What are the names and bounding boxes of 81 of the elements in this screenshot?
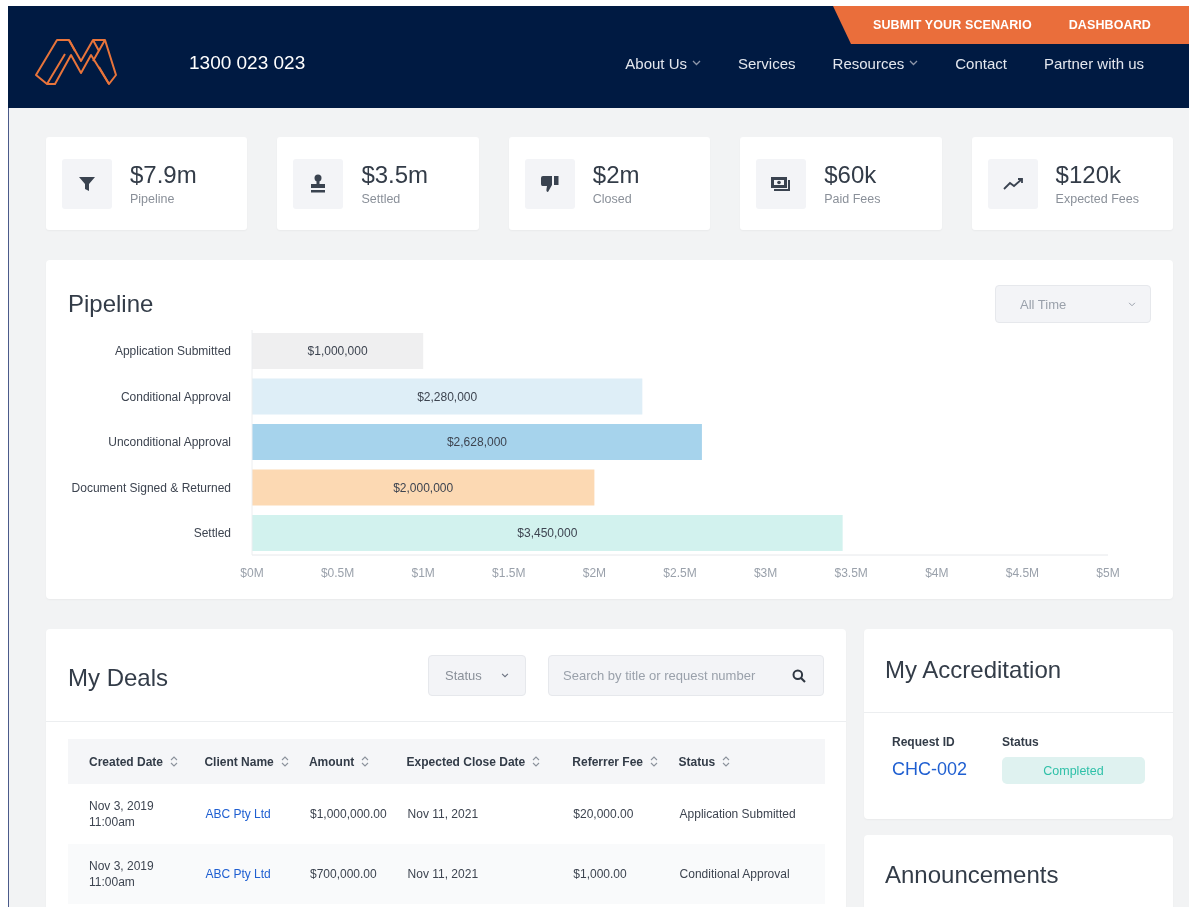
stat-label: Pipeline bbox=[130, 192, 176, 206]
trend-line-icon bbox=[1002, 176, 1023, 191]
table-cell: $1,000.00 bbox=[573, 867, 627, 881]
axis-tick-label: $2.5M bbox=[663, 566, 697, 580]
axis-tick-label: $4M bbox=[925, 566, 949, 580]
category-label: Settled bbox=[193, 526, 231, 540]
card-title: Pipeline bbox=[68, 290, 154, 318]
column-header[interactable]: Amount bbox=[308, 754, 370, 769]
chevron-icon bbox=[692, 60, 701, 66]
axis-tick-label: $0.5M bbox=[320, 566, 355, 580]
axis-tick-label: $3.5M bbox=[834, 566, 868, 580]
column-header[interactable]: Referrer Fee bbox=[572, 754, 659, 769]
card-title: My Deals bbox=[68, 664, 170, 692]
table-cell: $1,000,000.00 bbox=[309, 807, 387, 821]
nav-link[interactable]: Partner with us bbox=[1043, 54, 1144, 72]
client-link[interactable]: ABC Pty Ltd bbox=[205, 867, 271, 881]
table-cell: Nov 3, 2019 11:00am bbox=[89, 798, 154, 830]
table-cell: Nov 11, 2021 bbox=[407, 867, 479, 881]
bar-value-label: $2,628,000 bbox=[446, 435, 507, 449]
stat-label: Settled bbox=[361, 192, 402, 206]
stat-label: Closed bbox=[592, 192, 633, 206]
bar-value-label: $3,450,000 bbox=[517, 526, 578, 540]
funnel-icon bbox=[78, 174, 96, 193]
table-cell: Conditional Approval bbox=[679, 867, 790, 881]
table-cell: $700,000.00 bbox=[309, 867, 377, 881]
sort-icon[interactable] bbox=[722, 756, 731, 767]
stat-value: $7.9m bbox=[130, 161, 197, 189]
search-icon[interactable] bbox=[792, 668, 806, 683]
status-badge: Completed bbox=[1002, 757, 1145, 784]
category-label: Document Signed & Returned bbox=[71, 480, 231, 495]
column-header[interactable]: Expected Close Date bbox=[406, 754, 541, 769]
sort-icon[interactable] bbox=[280, 756, 289, 767]
stat-value: $60k bbox=[824, 161, 878, 189]
axis-tick-label: $4.5M bbox=[1005, 566, 1040, 580]
axis-tick-label: $2M bbox=[582, 566, 607, 580]
chevron-icon bbox=[909, 60, 919, 66]
logo-icon[interactable] bbox=[35, 37, 117, 85]
thumbs-down-icon bbox=[539, 174, 560, 193]
axis-tick-label: $5M bbox=[1096, 566, 1120, 580]
bar-value-label: $1,000,000 bbox=[307, 344, 368, 358]
stat-label: Expected Fees bbox=[1055, 192, 1139, 206]
stat-value: $120k bbox=[1055, 161, 1122, 189]
table-cell: Application Submitted bbox=[679, 807, 796, 821]
axis-tick-label: $0M bbox=[240, 566, 264, 580]
card-title: Announcements bbox=[884, 860, 1060, 890]
category-label: Conditional Approval bbox=[120, 389, 231, 404]
stat-value: $2m bbox=[592, 161, 640, 189]
nav-link[interactable]: Contact bbox=[955, 54, 1007, 72]
chevron-icon bbox=[1128, 301, 1136, 307]
sort-icon[interactable] bbox=[532, 756, 541, 767]
bar-value-label: $2,280,000 bbox=[417, 389, 478, 404]
stamp-icon bbox=[309, 173, 328, 194]
column-header[interactable]: Status bbox=[678, 754, 731, 769]
sort-icon[interactable] bbox=[650, 756, 659, 767]
column-header[interactable]: Created Date bbox=[89, 754, 179, 769]
card-title: My Accreditation bbox=[864, 629, 1173, 713]
stat-value: $3.5m bbox=[361, 161, 429, 189]
client-link[interactable]: ABC Pty Ltd bbox=[205, 807, 271, 821]
column-label: Request ID bbox=[892, 735, 956, 749]
nav-link[interactable]: Resources bbox=[832, 54, 919, 72]
search-field[interactable]: Search by title or request number bbox=[548, 654, 824, 696]
nav-link[interactable]: About Us bbox=[625, 54, 701, 72]
stat-label: Paid Fees bbox=[824, 192, 881, 206]
column-label: Status bbox=[1002, 735, 1040, 749]
nav-link[interactable]: Services bbox=[738, 54, 796, 72]
axis-tick-label: $1.5M bbox=[492, 566, 526, 580]
cash-icon bbox=[770, 174, 793, 193]
phone-number: 1300 023 023 bbox=[189, 52, 306, 74]
table-cell: Nov 11, 2021 bbox=[407, 807, 479, 821]
category-label: Unconditional Approval bbox=[108, 435, 231, 449]
request-id-link[interactable]: CHC-002 bbox=[892, 759, 972, 780]
column-header[interactable]: Client Name bbox=[204, 754, 289, 769]
category-label: Application Submitted bbox=[114, 344, 231, 358]
bar-value-label: $2,000,000 bbox=[393, 480, 454, 495]
table-cell: $20,000.00 bbox=[573, 807, 634, 821]
table-cell: Nov 3, 2019 11:00am bbox=[89, 858, 154, 890]
chevron-icon bbox=[501, 672, 509, 678]
axis-tick-label: $1M bbox=[411, 566, 435, 580]
sort-icon[interactable] bbox=[361, 756, 370, 767]
axis-tick-label: $3M bbox=[753, 566, 778, 580]
sort-icon[interactable] bbox=[170, 756, 179, 767]
